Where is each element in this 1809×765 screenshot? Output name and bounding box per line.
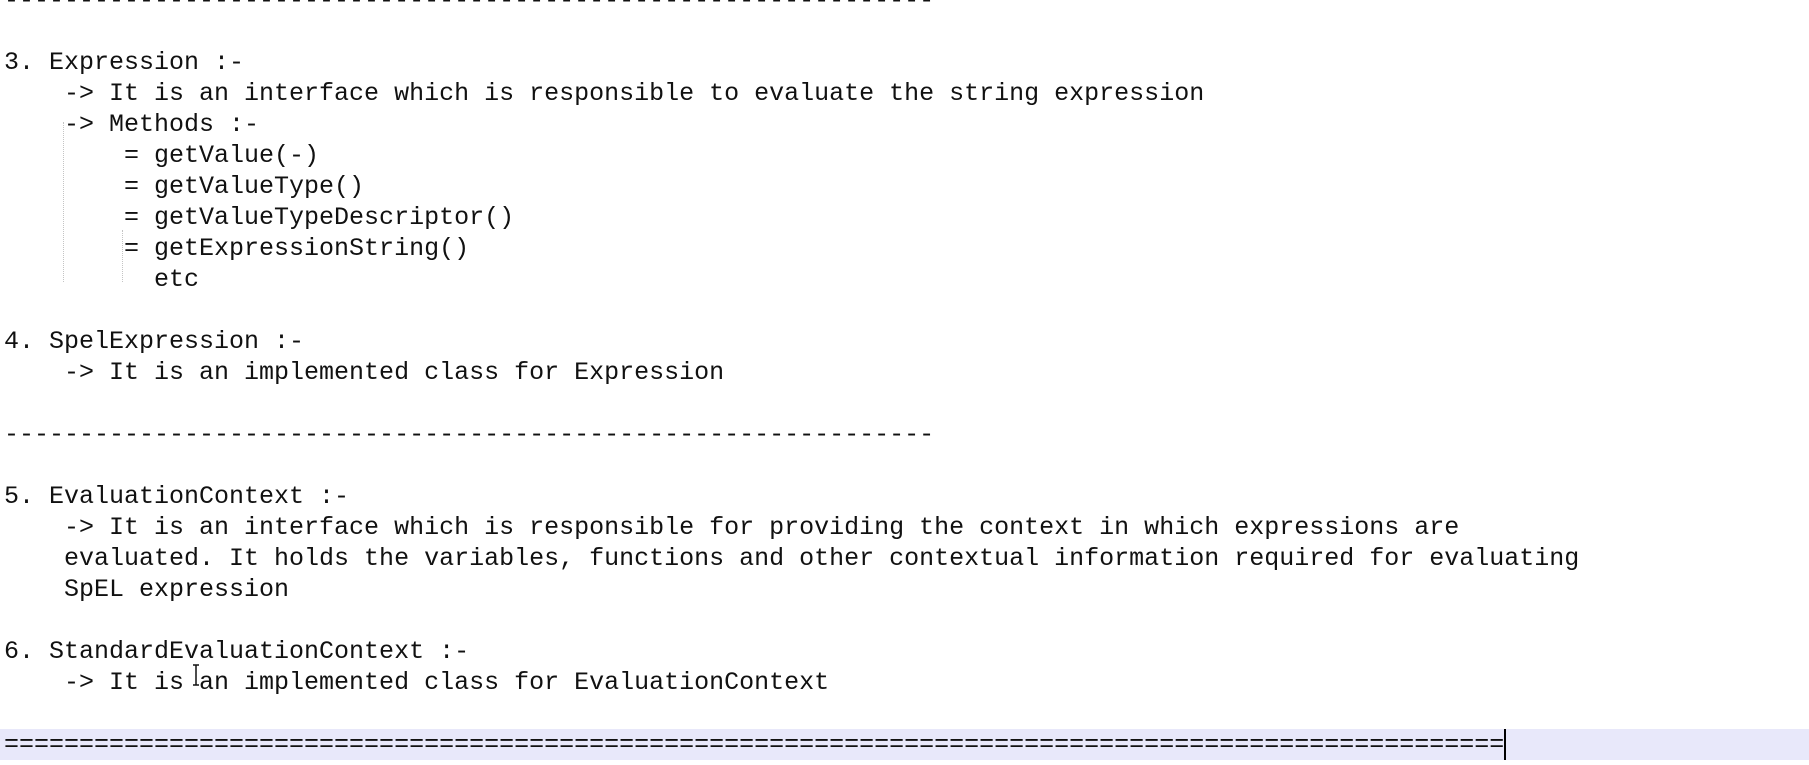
editor-line-text: SpEL expression <box>4 575 290 604</box>
editor-line[interactable]: 5. EvaluationContext :- <box>4 481 349 512</box>
text-editor[interactable]: ----------------------------------------… <box>0 0 1809 765</box>
editor-line[interactable]: = getValueType() <box>4 171 364 202</box>
editor-line[interactable]: ----------------------------------------… <box>4 419 934 450</box>
editor-line[interactable]: = getValue(-) <box>4 140 319 171</box>
editor-line-text: -> It is an implemented class for Evalua… <box>4 668 830 697</box>
editor-line-text: ----------------------------------------… <box>4 0 935 15</box>
editor-line[interactable]: -> It is an implemented class for Expres… <box>4 357 724 388</box>
editor-line-text: ----------------------------------------… <box>4 420 935 449</box>
indent-guide <box>122 230 123 282</box>
editor-line-text: = getValueTypeDescriptor() <box>4 203 515 232</box>
editor-current-line[interactable]: ========================================… <box>0 729 1809 760</box>
editor-line-text: -> Methods :- <box>4 110 260 139</box>
editor-line-text: = getValue(-) <box>4 141 320 170</box>
editor-line-text: -> It is an interface which is responsib… <box>4 513 1460 542</box>
editor-line-text: -> It is an implemented class for Expres… <box>4 358 725 387</box>
editor-line[interactable]: = getExpressionString() <box>4 233 469 264</box>
editor-line-text: 4. SpelExpression :- <box>4 327 305 356</box>
editor-line[interactable]: SpEL expression <box>4 574 289 605</box>
editor-line-text: 3. Expression :- <box>4 48 245 77</box>
editor-line-text: = getValueType() <box>4 172 365 201</box>
editor-line[interactable]: 6. StandardEvaluationContext :- <box>4 636 469 667</box>
editor-line-text: -> It is an interface which is responsib… <box>4 79 1205 108</box>
editor-line[interactable]: -> It is an interface which is responsib… <box>4 78 1204 109</box>
editor-line-text: etc <box>4 265 200 294</box>
editor-line-text: ========================================… <box>4 730 1505 759</box>
indent-guide <box>63 122 64 282</box>
editor-line[interactable]: 4. SpelExpression :- <box>4 326 304 357</box>
editor-line-text: 5. EvaluationContext :- <box>4 482 350 511</box>
editor-line[interactable]: ----------------------------------------… <box>4 0 934 16</box>
editor-line[interactable]: = getValueTypeDescriptor() <box>4 202 514 233</box>
editor-line[interactable]: etc <box>4 264 199 295</box>
ibeam-cursor-icon <box>193 664 199 686</box>
editor-line-text: evaluated. It holds the variables, funct… <box>4 544 1580 573</box>
text-caret <box>1504 729 1507 760</box>
editor-line[interactable]: -> It is an interface which is responsib… <box>4 512 1459 543</box>
editor-line[interactable]: -> Methods :- <box>4 109 259 140</box>
editor-line-text: = getExpressionString() <box>4 234 470 263</box>
editor-line[interactable]: 3. Expression :- <box>4 47 244 78</box>
editor-line-text: 6. StandardEvaluationContext :- <box>4 637 470 666</box>
editor-line[interactable]: -> It is an implemented class for Evalua… <box>4 667 829 698</box>
editor-line[interactable]: evaluated. It holds the variables, funct… <box>4 543 1579 574</box>
